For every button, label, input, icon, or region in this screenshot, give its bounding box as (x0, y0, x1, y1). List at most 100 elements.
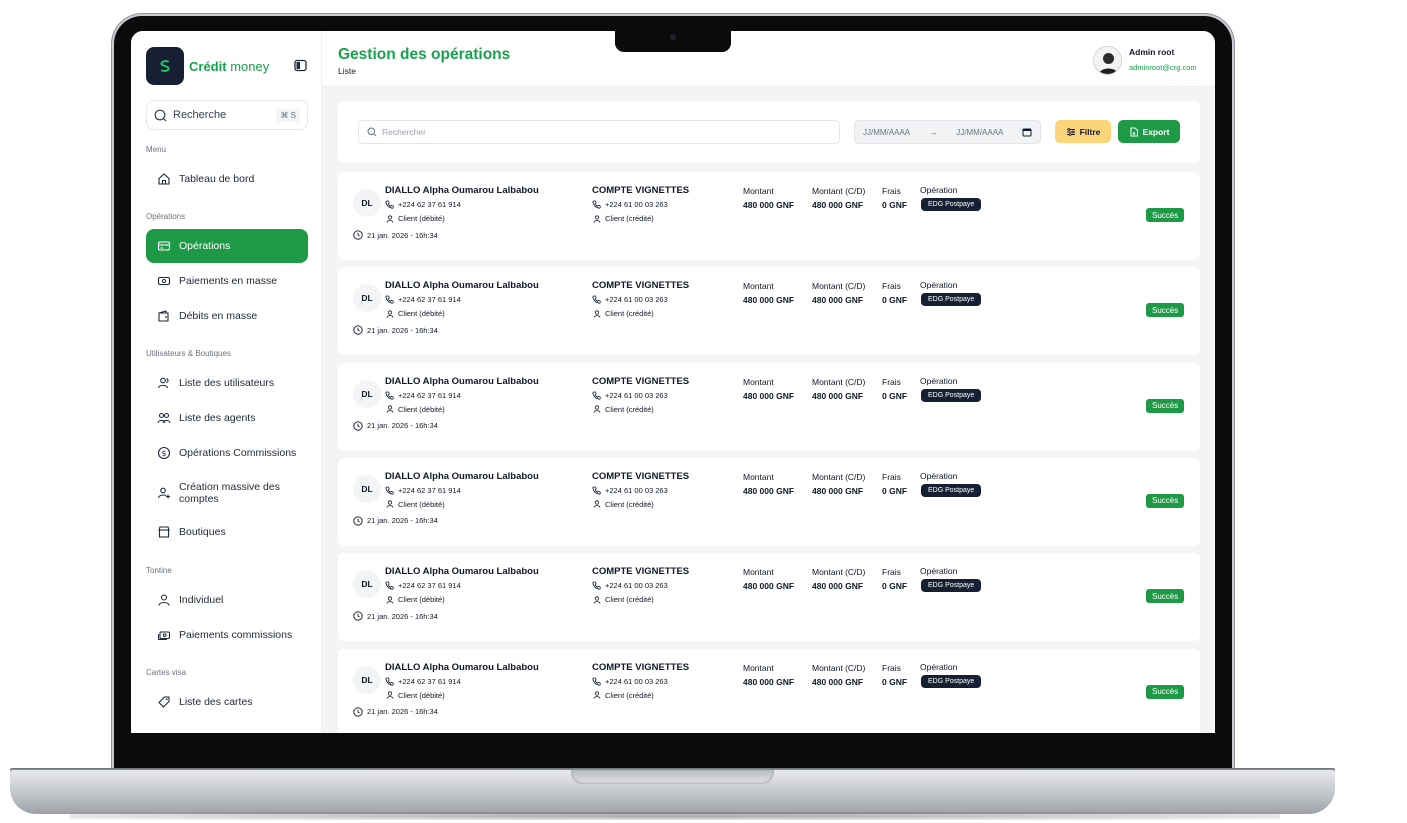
debited-name: DIALLO Alpha Oumarou Lalbabou (385, 185, 539, 196)
operation-type-label: Opération (920, 661, 958, 672)
credited-phone-text: +224 61 00 03 263 (605, 581, 668, 591)
operation-date-text: 21 jan. 2026 - 16h:34 (367, 707, 438, 716)
user-email: adminroot@crg.com (1129, 63, 1197, 72)
phone-icon (385, 486, 394, 495)
debited-phone-text: +224 62 37 61 914 (398, 485, 461, 495)
credited-phone: +224 61 00 03 263 (592, 391, 668, 400)
operation-type-badge: EDG Postpaye (921, 579, 982, 593)
credited-role-text: Client (crédité) (605, 690, 654, 700)
credited-account: COMPTE VIGNETTES (592, 185, 690, 196)
user-icon (386, 596, 394, 604)
date-range-picker[interactable]: JJ/MM/AAAA → JJ/MM/AAAA (854, 120, 1041, 144)
debited-phone: +224 62 37 61 914 (385, 581, 461, 590)
table-row[interactable]: DL DIALLO Alpha Oumarou Lalbabou +224 62 3… (338, 267, 1200, 356)
brand-name-light: money (230, 58, 270, 74)
user-name: Admin root (1129, 47, 1175, 57)
amount-label: Montant (743, 567, 774, 578)
table-row[interactable]: DL DIALLO Alpha Oumarou Lalbabou +224 62 3… (338, 172, 1200, 260)
amount-label: Montant (743, 376, 774, 387)
sidebar-item-label: Liste des cartes (179, 696, 253, 708)
user-icon (386, 214, 394, 223)
debited-role: Client (débité) (386, 691, 445, 700)
brand[interactable]: Crédit money (146, 47, 269, 85)
sidebar-item-operations[interactable]: Opérations (146, 229, 308, 263)
sidebar-item-cards[interactable]: Liste des cartes (146, 685, 308, 719)
sidebar-item-label: Opérations (179, 240, 231, 252)
sidebar-item-bulk-account-creation[interactable]: Création massive des comptes (146, 476, 308, 510)
amount-cd-value: 480 000 GNF (812, 295, 864, 306)
operation-type-label: Opération (920, 470, 958, 481)
amount-value: 480 000 GNF (743, 200, 795, 210)
sidebar-item-label: Liste des utilisateurs (179, 377, 275, 389)
sidebar-item-label: Paiements en masse (179, 275, 278, 287)
sidebar-item-commission-payments[interactable]: Paiements commissions (146, 618, 308, 652)
status-badge: Succès (1146, 303, 1185, 318)
avatar-initials: DL (353, 189, 381, 217)
filter-button[interactable]: Filtre (1055, 120, 1111, 143)
clock-icon (353, 420, 363, 431)
date-to[interactable]: JJ/MM/AAAA (956, 128, 1003, 137)
sidebar-collapse-icon[interactable] (294, 59, 308, 73)
user-icon (386, 310, 394, 318)
avatar[interactable] (1093, 46, 1122, 75)
debited-phone-text: +224 62 37 61 914 (398, 200, 461, 209)
amount-cd-label: Montant (C/D) (812, 186, 866, 196)
sidebar-item-dashboard[interactable]: Tableau de bord (146, 162, 308, 196)
debited-role-text: Client (débité) (398, 404, 445, 414)
arrow-right-icon: → (928, 127, 938, 137)
operation-type-badge: EDG Postpaye (921, 388, 982, 402)
export-button[interactable]: Export (1118, 120, 1180, 143)
home-icon (158, 173, 170, 185)
amount-cd-label: Montant (C/D) (812, 376, 866, 387)
user-icon (386, 405, 394, 413)
calendar-icon[interactable] (1022, 127, 1032, 137)
table-row[interactable]: DL DIALLO Alpha Oumarou Lalbabou +224 62 3… (338, 457, 1200, 546)
credited-account: COMPTE VIGNETTES (592, 470, 690, 482)
sidebar-item-mass-debits[interactable]: Débits en masse (146, 299, 308, 333)
table-row[interactable]: DL DIALLO Alpha Oumarou Lalbabou +224 62 3… (338, 553, 1200, 642)
phone-icon (592, 581, 601, 590)
sidebar-search[interactable]: Recherche ⌘ S (146, 100, 308, 130)
table-row[interactable]: DL DIALLO Alpha Oumarou Lalbabou +224 62 3… (338, 362, 1200, 451)
user-icon (593, 500, 601, 509)
users-icon (157, 377, 169, 389)
amount-label: Montant (743, 662, 774, 673)
credited-role: Client (crédité) (593, 309, 654, 318)
section-title-visa-cards: Cartes visa (146, 668, 187, 677)
operation-date-text: 21 jan. 2026 - 16h:34 (367, 516, 438, 526)
sidebar-item-commission-operations[interactable]: $ Opérations Commissions (146, 436, 308, 470)
search-input[interactable]: Rechercher (358, 120, 840, 144)
amount-value: 480 000 GNF (743, 676, 795, 687)
credited-phone-text: +224 61 00 03 263 (605, 200, 668, 209)
date-from[interactable]: JJ/MM/AAAA (863, 128, 910, 137)
sidebar-item-label: Individuel (179, 594, 224, 606)
search-icon (154, 109, 167, 121)
credited-phone: +224 61 00 03 263 (592, 486, 668, 495)
operation-date-text: 21 jan. 2026 - 16h:34 (367, 230, 438, 240)
debited-role: Client (débité) (386, 214, 445, 223)
operation-type-badge: EDG Postpaye (921, 198, 982, 211)
agents-icon (157, 412, 171, 424)
sidebar-item-individual[interactable]: Individuel (146, 583, 308, 617)
credited-phone-text: +224 61 00 03 263 (605, 295, 668, 305)
clock-icon (353, 706, 363, 717)
sidebar-item-agents[interactable]: Liste des agents (146, 401, 308, 435)
credited-role: Client (crédité) (593, 405, 654, 414)
amount-cd-value: 480 000 GNF (812, 200, 864, 210)
credited-role: Client (crédité) (593, 691, 654, 700)
operation-date-text: 21 jan. 2026 - 16h:34 (367, 611, 438, 621)
sidebar-item-shops[interactable]: Boutiques (146, 515, 308, 549)
sliders-icon (1066, 127, 1075, 136)
operation-date: 21 jan. 2026 - 16h:34 (353, 230, 438, 240)
fee-value: 0 GNF (882, 390, 908, 401)
table-row[interactable]: DL DIALLO Alpha Oumarou Lalbabou +224 62 3… (338, 648, 1200, 733)
amount-value: 480 000 GNF (743, 295, 795, 306)
sidebar-item-mass-payments[interactable]: Paiements en masse (146, 264, 308, 298)
sidebar-item-label: Liste des agents (179, 412, 256, 424)
export-button-label: Export (1142, 126, 1170, 137)
app-screen: Crédit money Recherche ⌘ S Menu Tableau … (131, 31, 1215, 733)
operation-date-text: 21 jan. 2026 - 16h:34 (367, 325, 438, 335)
credited-role-text: Client (crédité) (605, 214, 654, 223)
sidebar-item-users[interactable]: Liste des utilisateurs (146, 366, 308, 400)
debited-role: Client (débité) (386, 405, 445, 414)
